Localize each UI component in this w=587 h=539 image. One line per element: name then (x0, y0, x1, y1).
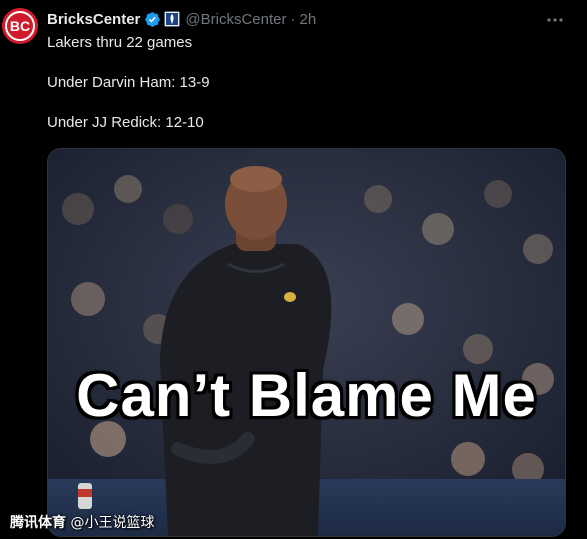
avatar-logo-icon: BC (2, 8, 38, 44)
watermark: 腾讯体育 @小王说篮球 (10, 512, 154, 532)
more-options-icon[interactable] (545, 10, 565, 30)
watermark-brand: 腾讯体育 (10, 515, 66, 531)
tweet-media-image[interactable]: Can’t Blame Me (47, 148, 566, 537)
photo-illustration (48, 149, 565, 536)
avatar[interactable]: BC (2, 8, 38, 44)
watermark-author: @小王说篮球 (70, 515, 155, 531)
author-name[interactable]: BricksCenter (47, 11, 140, 28)
meme-caption: Can’t Blame Me (76, 362, 537, 429)
svg-text:BC: BC (10, 18, 30, 34)
scrollbar[interactable] (581, 0, 587, 539)
tweet-header: BricksCenter @BricksCenter · 2h (47, 9, 316, 29)
timestamp[interactable]: 2h (299, 11, 316, 28)
tweet-text-line-2: Under Darvin Ham: 13-9 (47, 74, 210, 91)
tweet: BC BricksCenter @BricksCenter · 2h Laker… (0, 0, 587, 539)
tweet-text-line-1: Lakers thru 22 games (47, 34, 193, 51)
separator-dot: · (290, 10, 296, 28)
tweet-text-line-3: Under JJ Redick: 12-10 (47, 114, 204, 131)
author-handle[interactable]: @BricksCenter (185, 11, 286, 28)
verified-badge-icon[interactable] (144, 11, 161, 28)
affiliate-badge-icon[interactable] (164, 11, 181, 27)
